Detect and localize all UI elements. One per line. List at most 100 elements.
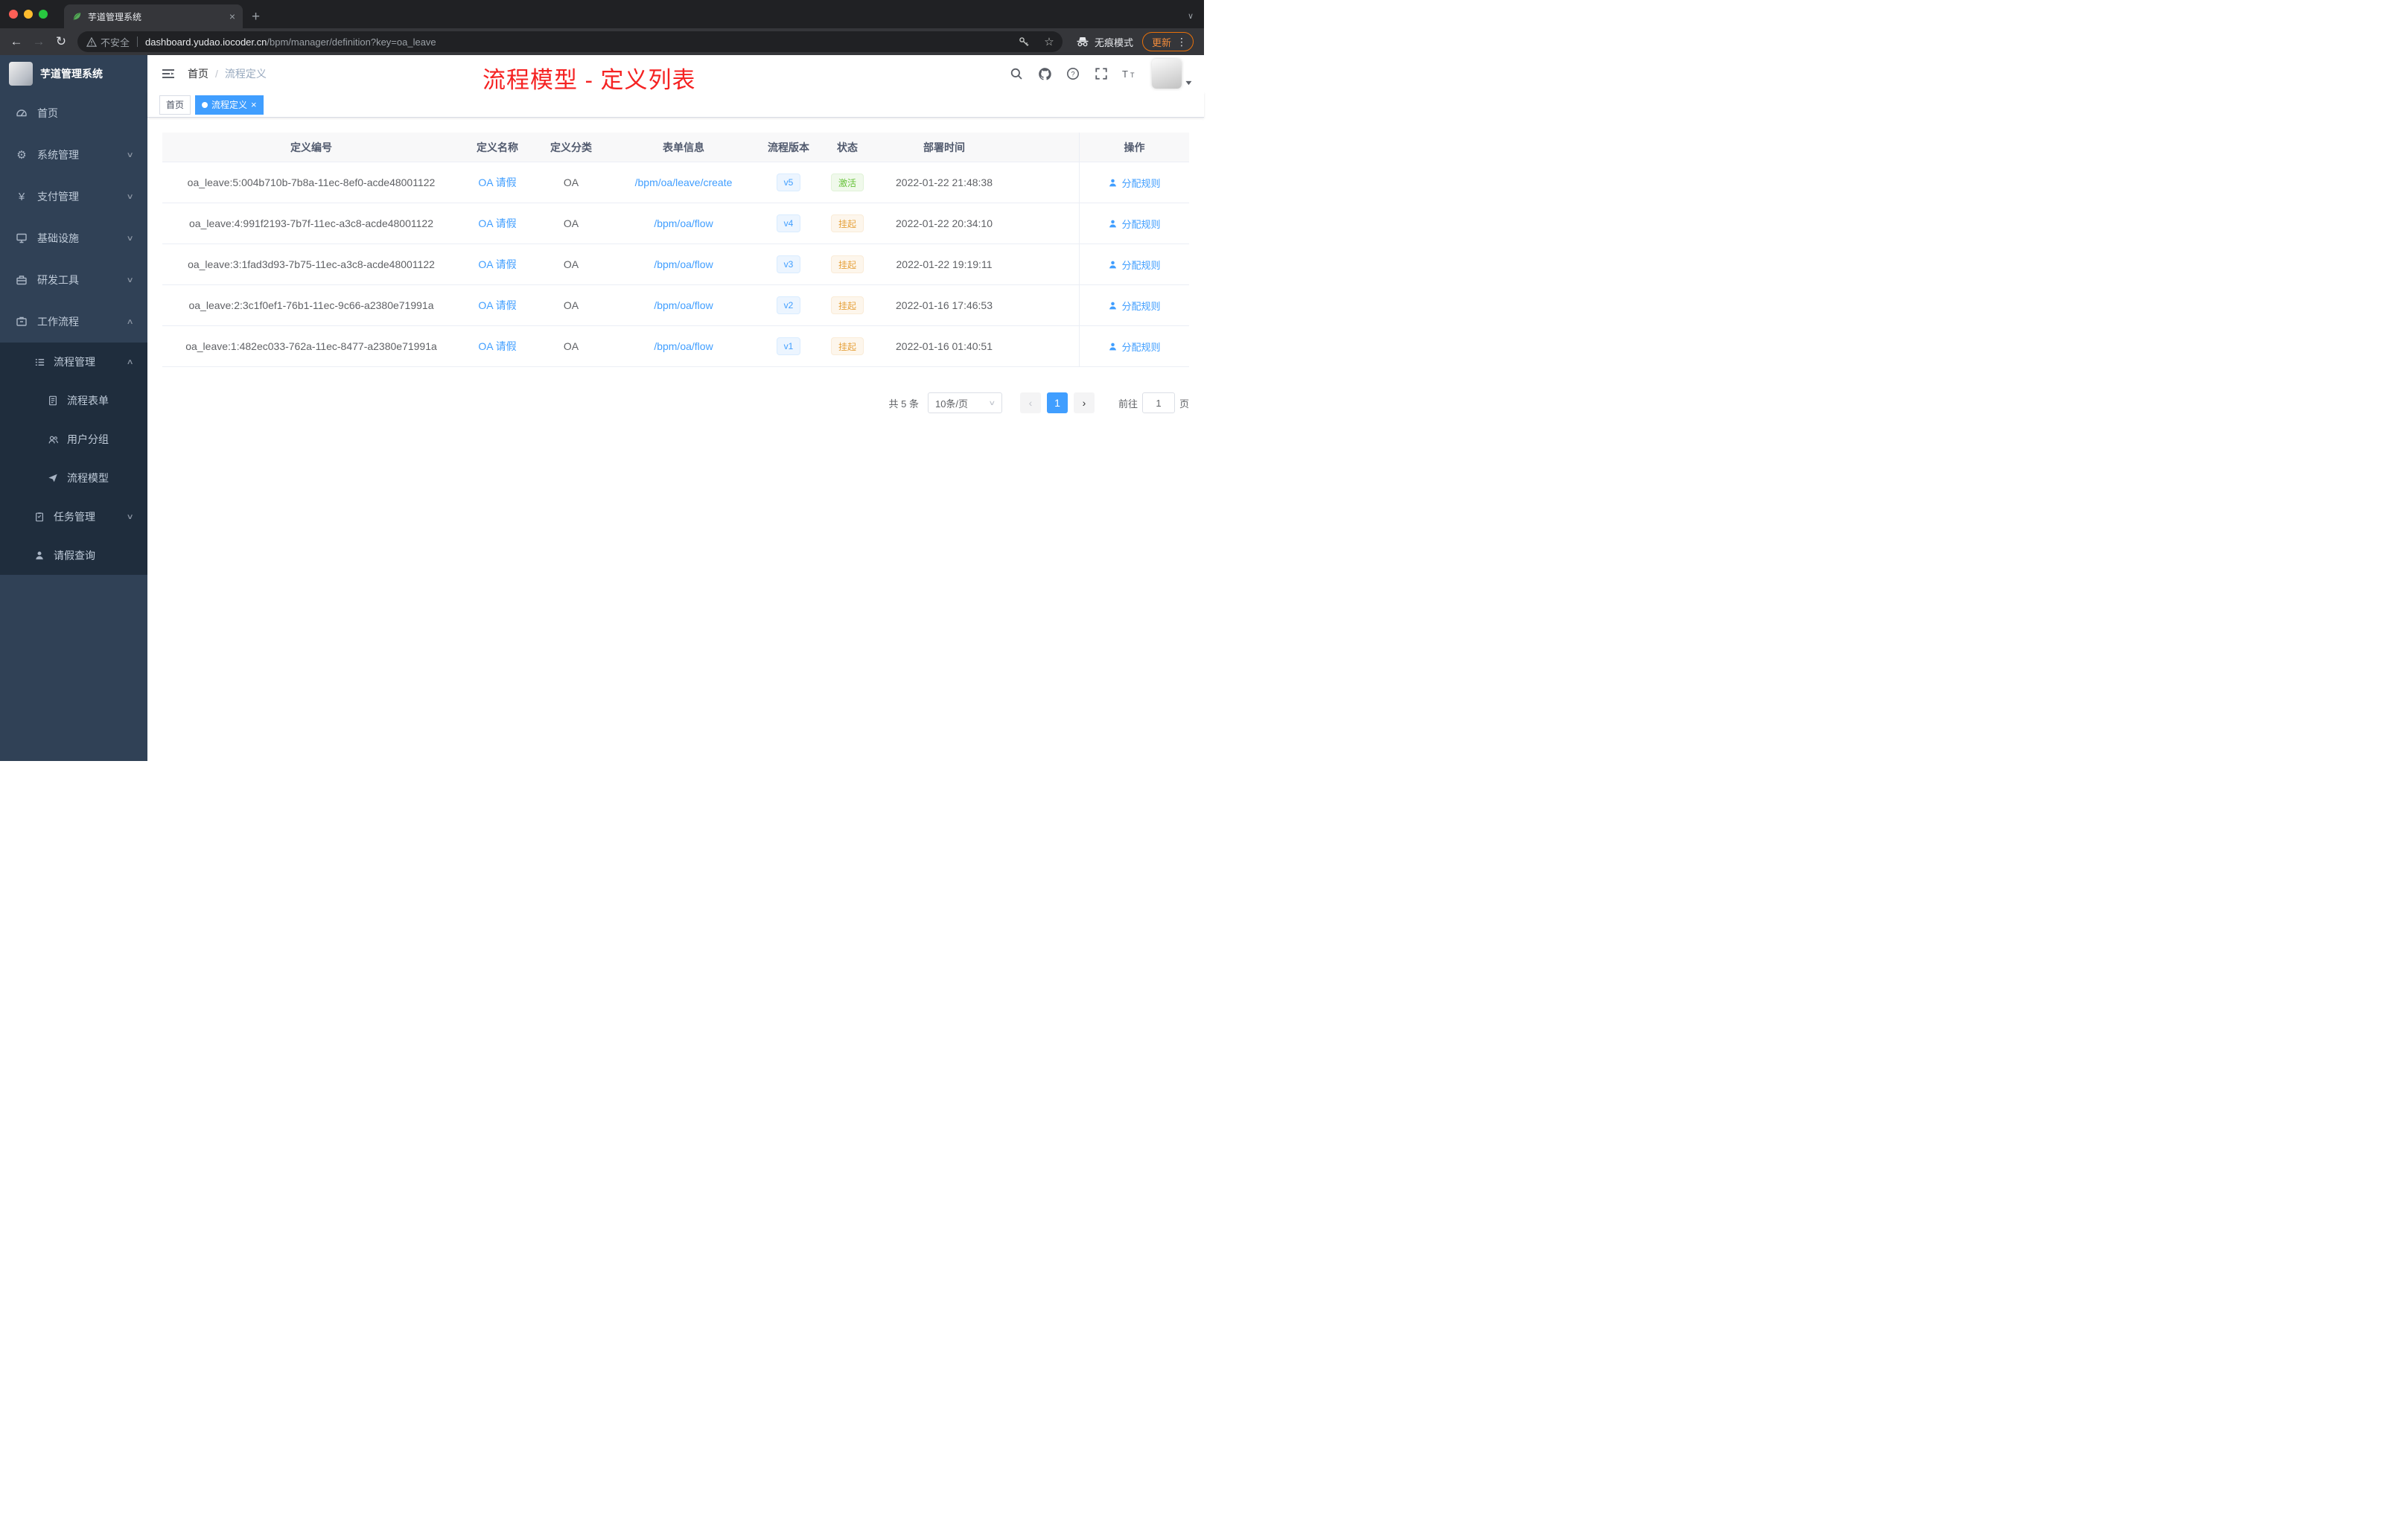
definition-name-link[interactable]: OA 请假 <box>478 298 516 313</box>
definition-name-link[interactable]: OA 请假 <box>478 175 516 190</box>
sidebar-item-label: 流程管理 <box>54 356 95 368</box>
definition-category: OA <box>563 299 579 311</box>
sidebar-item-leave-query[interactable]: 请假查询 <box>0 536 147 575</box>
list-icon <box>33 357 46 368</box>
assign-rule-button[interactable]: 分配规则 <box>1108 176 1161 190</box>
definition-table: 定义编号 定义名称 定义分类 表单信息 流程版本 状态 部署时间 操作 oa_l… <box>162 133 1189 367</box>
chevron-up-icon: ∧ <box>126 357 134 366</box>
sidebar-item-label: 支付管理 <box>37 191 79 203</box>
sidebar-item-infrastructure[interactable]: 基础设施 ∨ <box>0 217 147 259</box>
pagination-goto: 前往 页 <box>1118 392 1189 413</box>
sidebar-item-system[interactable]: ⚙ 系统管理 ∨ <box>0 134 147 176</box>
sidebar-item-label: 系统管理 <box>37 149 79 161</box>
tag-label: 流程定义 <box>211 100 248 110</box>
assign-rule-label: 分配规则 <box>1121 341 1161 353</box>
form-link[interactable]: /bpm/oa/flow <box>654 217 713 229</box>
tag-home[interactable]: 首页 <box>159 95 191 115</box>
form-link[interactable]: /bpm/oa/flow <box>654 258 713 270</box>
favicon-leaf-icon <box>71 11 82 22</box>
person-icon <box>33 550 46 561</box>
next-page-button[interactable]: › <box>1073 392 1095 413</box>
goto-page-input[interactable] <box>1141 392 1175 413</box>
table-header-row: 定义编号 定义名称 定义分类 表单信息 流程版本 状态 部署时间 操作 <box>162 133 1189 162</box>
close-window-button[interactable] <box>9 10 18 19</box>
definition-name-link[interactable]: OA 请假 <box>478 216 516 231</box>
sidebar-item-payment[interactable]: ¥ 支付管理 ∨ <box>0 176 147 217</box>
sidebar-item-devtools[interactable]: 研发工具 ∨ <box>0 259 147 301</box>
reload-icon[interactable]: ↻ <box>51 31 71 52</box>
browser-menu-kebab-icon[interactable]: ⋮ <box>1176 36 1187 48</box>
definition-name-link[interactable]: OA 请假 <box>478 339 516 354</box>
sidebar-item-user-group[interactable]: 用户分组 <box>0 420 147 459</box>
page-size-select[interactable]: 10条/页 ∨ <box>927 392 1002 413</box>
svg-text:T: T <box>1130 71 1135 79</box>
svg-text:T: T <box>1122 69 1128 80</box>
help-icon[interactable]: ? <box>1066 66 1080 81</box>
browser-tab[interactable]: 芋道管理系统 × <box>64 4 243 28</box>
sidebar-item-label: 研发工具 <box>37 274 79 286</box>
collapse-sidebar-icon[interactable] <box>159 65 177 83</box>
column-header: 定义名称 <box>477 141 518 153</box>
column-header: 操作 <box>1079 133 1189 162</box>
form-link[interactable]: /bpm/oa/flow <box>654 299 713 311</box>
avatar[interactable] <box>1152 59 1182 89</box>
sidebar-item-label: 基础设施 <box>37 232 79 244</box>
bookmark-star-icon[interactable]: ☆ <box>1039 33 1060 51</box>
sidebar-item-process-management[interactable]: 流程管理 ∧ <box>0 343 147 381</box>
assign-rule-button[interactable]: 分配规则 <box>1108 299 1161 313</box>
breadcrumb-separator: / <box>215 68 218 80</box>
column-header: 表单信息 <box>663 141 704 153</box>
sidebar-logo[interactable]: 芋道管理系统 <box>0 55 147 92</box>
sidebar-menu: 首页 ⚙ 系统管理 ∨ ¥ 支付管理 ∨ 基础设施 ∨ 研发工具 ∨ 工作流程 … <box>0 92 147 575</box>
assign-rule-button[interactable]: 分配规则 <box>1108 217 1161 231</box>
status-badge: 挂起 <box>830 337 864 355</box>
table-row: oa_leave:2:3c1f0ef1-76b1-11ec-9c66-a2380… <box>162 285 1189 326</box>
url-path: /bpm/manager/definition?key=oa_leave <box>267 36 436 48</box>
status-badge: 挂起 <box>830 214 864 232</box>
tag-close-icon[interactable]: × <box>251 100 257 109</box>
form-link[interactable]: /bpm/oa/leave/create <box>635 176 733 188</box>
caret-down-icon[interactable]: ▼ <box>1184 79 1194 89</box>
update-label: 更新 <box>1151 36 1171 48</box>
fullscreen-icon[interactable] <box>1094 66 1109 81</box>
version-badge: v3 <box>776 255 801 273</box>
address-bar[interactable]: 不安全 dashboard.yudao.iocoder.cn/bpm/manag… <box>77 31 1063 52</box>
tab-close-icon[interactable]: × <box>229 10 235 22</box>
security-chip[interactable]: 不安全 <box>86 35 130 49</box>
incognito-icon <box>1076 36 1089 48</box>
security-label: 不安全 <box>101 36 130 48</box>
assign-rule-button[interactable]: 分配规则 <box>1108 340 1161 354</box>
form-icon <box>46 395 60 406</box>
goto-unit-label: 页 <box>1179 398 1189 410</box>
new-tab-button[interactable]: + <box>252 9 260 25</box>
status-badge: 挂起 <box>830 255 864 273</box>
sidebar-item-task-management[interactable]: 任务管理 ∨ <box>0 497 147 536</box>
sidebar-item-process-form[interactable]: 流程表单 <box>0 381 147 420</box>
sidebar-item-workflow[interactable]: 工作流程 ∧ <box>0 301 147 343</box>
paper-plane-icon <box>46 473 60 483</box>
search-icon[interactable] <box>1009 66 1024 81</box>
sidebar-item-home[interactable]: 首页 <box>0 92 147 134</box>
tab-search-chevron-icon[interactable]: ∨ <box>1188 11 1194 21</box>
definition-name-link[interactable]: OA 请假 <box>478 257 516 272</box>
sidebar-item-label: 请假查询 <box>54 550 95 561</box>
page-number-button[interactable]: 1 <box>1046 392 1068 413</box>
forward-icon[interactable]: → <box>28 31 49 52</box>
sidebar-item-process-model[interactable]: 流程模型 <box>0 459 147 497</box>
breadcrumb-home[interactable]: 首页 <box>188 66 208 81</box>
browser-update-button[interactable]: 更新 ⋮ <box>1141 32 1194 51</box>
breadcrumb: 首页 / 流程定义 <box>188 66 267 81</box>
back-icon[interactable]: ← <box>6 31 27 52</box>
font-size-icon[interactable]: TT <box>1122 66 1137 81</box>
zoom-window-button[interactable] <box>39 10 48 19</box>
version-badge: v2 <box>776 296 801 314</box>
password-key-icon[interactable] <box>1013 33 1034 51</box>
prev-page-button[interactable]: ‹ <box>1019 392 1041 413</box>
table-row: oa_leave:4:991f2193-7b7f-11ec-a3c8-acde4… <box>162 203 1189 244</box>
user-menu[interactable]: ▼ <box>1152 59 1194 89</box>
form-link[interactable]: /bpm/oa/flow <box>654 340 713 352</box>
github-icon[interactable] <box>1037 66 1052 81</box>
minimize-window-button[interactable] <box>24 10 33 19</box>
assign-rule-button[interactable]: 分配规则 <box>1108 258 1161 272</box>
tag-process-definition[interactable]: 流程定义 × <box>195 95 264 115</box>
